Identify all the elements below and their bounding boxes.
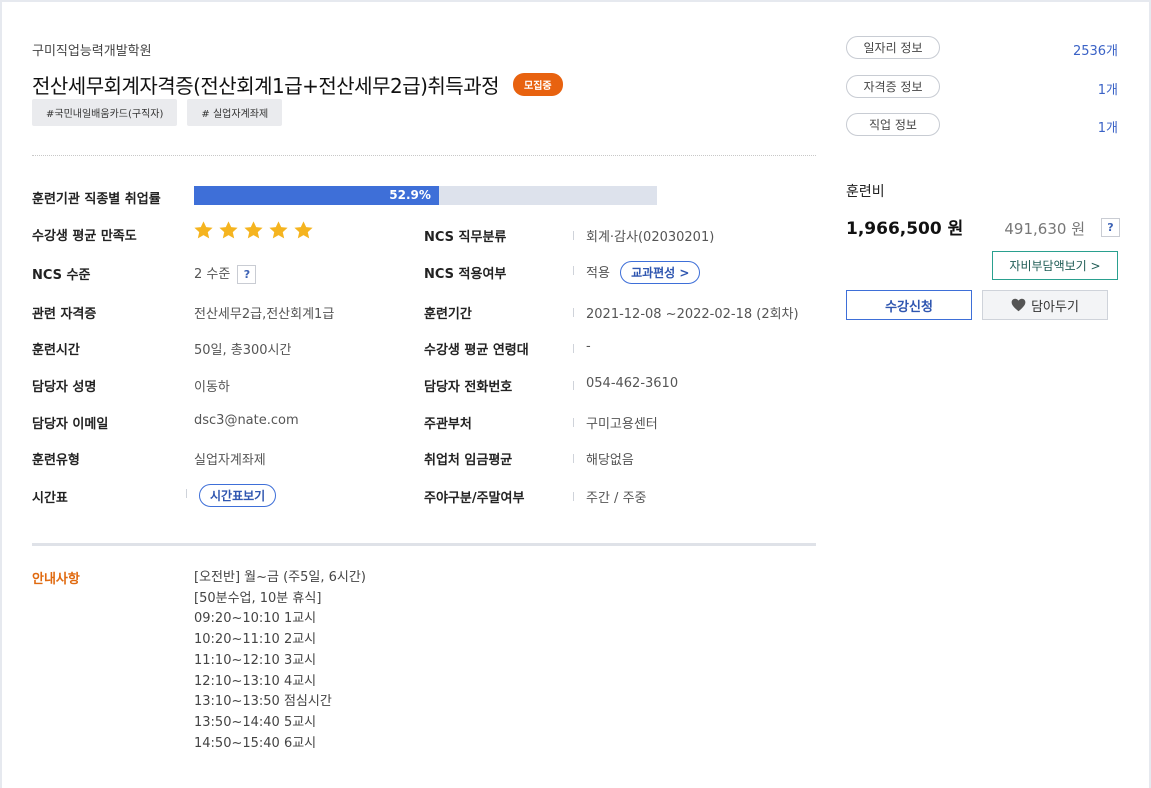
star-icon xyxy=(219,221,238,239)
ncs-apply-label: NCS 적용여부 xyxy=(424,267,507,282)
cert-info-button[interactable]: 자격증 정보 xyxy=(846,75,940,98)
notice-line: [50분수업, 10분 휴식] xyxy=(194,590,322,606)
manager-value: 이동하 xyxy=(194,380,230,395)
star-icon xyxy=(269,221,288,239)
notice-line: 10:20~11:10 2교시 xyxy=(194,632,317,648)
notice-line: 12:10~13:10 4교시 xyxy=(194,673,317,689)
notice-line: 13:50~14:40 5교시 xyxy=(194,714,317,730)
curriculum-button[interactable]: 교과편성 > xyxy=(620,261,701,284)
star-icon xyxy=(244,221,263,239)
employment-rate-label: 훈련기관 직종별 취업률 xyxy=(32,192,161,207)
phone-label: 담당자 전화번호 xyxy=(424,380,513,395)
timetable-label: 시간표 xyxy=(32,491,68,506)
cert-label: 관련 자격증 xyxy=(32,307,97,322)
divider xyxy=(32,155,816,156)
period-value: 2021-12-08 ~2022-02-18 (2회차) xyxy=(573,303,799,322)
hours-value: 50일, 총300시간 xyxy=(194,343,292,358)
cert-info-count[interactable]: 1개 xyxy=(1098,79,1118,98)
ncs-level-value: 2 수준 xyxy=(194,267,231,282)
timetable-wrap: 시간표보기 xyxy=(185,484,277,507)
fee-label: 훈련비 xyxy=(846,184,885,200)
age-value: - xyxy=(573,339,591,354)
employment-rate-bar: 52.9% xyxy=(194,186,657,205)
tag-item: # 실업자계좌제 xyxy=(187,99,283,126)
notice-lines: [오전반] 월~금 (주5일, 6시간) [50분수업, 10분 휴식] 09:… xyxy=(194,568,366,754)
wishlist-label: 담아두기 xyxy=(1031,299,1079,315)
tag-item: #국민내일배움카드(구직자) xyxy=(32,99,178,126)
timetable-button[interactable]: 시간표보기 xyxy=(199,484,277,507)
type-label: 훈련유형 xyxy=(32,453,80,468)
course-title: 전산세무회계자격증(전산회계1급+전산세무2급)취득과정 xyxy=(32,74,500,98)
age-label: 수강생 평균 연령대 xyxy=(424,343,529,358)
phone-value: 054-462-3610 xyxy=(572,376,679,391)
satisfaction-stars xyxy=(193,220,314,241)
status-badge: 모집중 xyxy=(513,73,563,96)
job-info-count[interactable]: 2536개 xyxy=(1073,40,1118,59)
daynight-value: 주간 / 주중 xyxy=(573,487,647,506)
help-icon[interactable]: ? xyxy=(237,265,257,284)
email-value: dsc3@nate.com xyxy=(194,413,299,428)
occupation-info-count[interactable]: 1개 xyxy=(1098,117,1118,136)
agency-label: 주관부처 xyxy=(424,417,472,432)
divider xyxy=(32,543,816,546)
cert-value: 전산세무2급,전산회계1급 xyxy=(194,307,335,322)
notice-line: [오전반] 월~금 (주5일, 6시간) xyxy=(194,570,366,585)
fee-self: 491,630 원 xyxy=(1004,220,1085,238)
notice-line: 14:50~15:40 6교시 xyxy=(194,735,317,751)
ncs-level-label: NCS 수준 xyxy=(32,268,91,283)
fee-total: 1,966,500 원 xyxy=(846,219,964,239)
ncs-job-value: 회계·감사(02030201) xyxy=(572,226,714,245)
tag-list: #국민내일배움카드(구직자) # 실업자계좌제 xyxy=(32,99,283,126)
notice-line: 09:20~10:10 1교시 xyxy=(194,611,317,627)
title-row: 전산세무회계자격증(전산회계1급+전산세무2급)취득과정 모집중 xyxy=(32,70,563,99)
institute-name: 구미직업능력개발학원 xyxy=(32,44,152,59)
ncs-apply-wrap: 적용 교과편성 > xyxy=(572,261,701,284)
satisfaction-label: 수강생 평균 만족도 xyxy=(32,229,137,244)
wage-label: 취업처 임금평균 xyxy=(424,453,513,468)
email-label: 담당자 이메일 xyxy=(32,417,109,432)
help-icon[interactable]: ? xyxy=(1101,218,1120,237)
wishlist-button[interactable]: 담아두기 xyxy=(982,290,1108,320)
ncs-apply-value: 적용 xyxy=(586,266,610,281)
star-icon xyxy=(294,221,313,239)
employment-rate-text: 52.9% xyxy=(389,188,431,202)
ncs-level-value-wrap: 2 수준 ? xyxy=(194,263,257,284)
hours-label: 훈련시간 xyxy=(32,343,80,358)
job-info-button[interactable]: 일자리 정보 xyxy=(846,36,940,59)
manager-label: 담당자 성명 xyxy=(32,380,97,395)
notice-line: 13:10~13:50 점심시간 xyxy=(194,694,332,710)
occupation-info-button[interactable]: 직업 정보 xyxy=(846,113,940,136)
type-value: 실업자계좌제 xyxy=(194,453,266,468)
daynight-label: 주야구분/주말여부 xyxy=(424,491,525,506)
apply-button[interactable]: 수강신청 xyxy=(846,290,972,320)
agency-value: 구미고용센터 xyxy=(573,413,658,432)
heart-icon xyxy=(1011,298,1026,312)
wage-value: 해당없음 xyxy=(573,449,634,468)
ncs-job-label: NCS 직무분류 xyxy=(424,230,507,245)
notice-label: 안내사항 xyxy=(32,572,80,587)
notice-line: 11:10~12:10 3교시 xyxy=(194,652,317,668)
self-pay-button[interactable]: 자비부담액보기 > xyxy=(992,251,1118,280)
period-label: 훈련기간 xyxy=(424,307,472,322)
employment-rate-fill: 52.9% xyxy=(194,186,439,205)
star-icon xyxy=(194,221,213,239)
